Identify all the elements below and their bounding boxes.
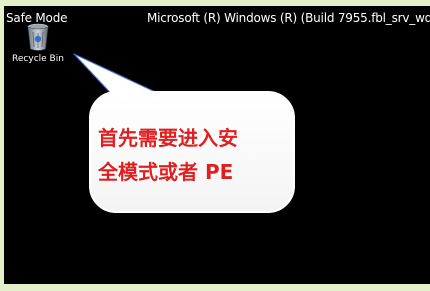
recycle-bin-icon	[27, 23, 49, 51]
callout-line-2: 全模式或者 PE	[98, 160, 234, 185]
callout-text: 首先需要进入安 全模式或者 PE	[98, 121, 288, 189]
desktop: Safe Mode Microsoft (R) Windows (R) (Bui…	[4, 6, 430, 284]
callout-line-1: 首先需要进入安	[98, 126, 239, 151]
build-label: Microsoft (R) Windows (R) (Build 7955.fb…	[147, 11, 430, 25]
recycle-bin-label: Recycle Bin	[12, 54, 64, 64]
recycle-bin-shortcut[interactable]: Recycle Bin	[10, 22, 66, 64]
